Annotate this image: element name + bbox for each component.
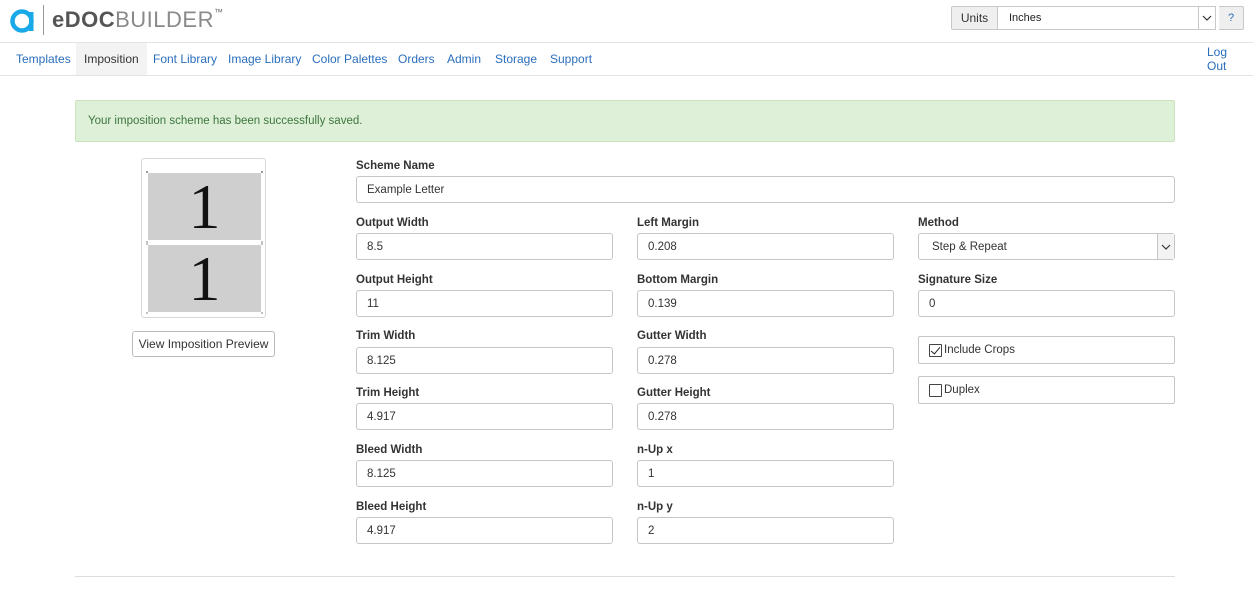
left-margin-input[interactable]: 0.208 [637,233,894,260]
nav-image-library[interactable]: Image Library [220,43,309,75]
gutter-height-label: Gutter Height [637,387,711,399]
units-select-value: Inches [1009,12,1042,24]
success-alert-message: Your imposition scheme has been successf… [88,115,363,127]
footer-divider [75,576,1175,577]
nav-color-palettes[interactable]: Color Palettes [304,43,395,75]
trim-height-input[interactable]: 4.917 [356,403,613,430]
duplex-label: Duplex [944,384,980,396]
logo-bold: eDOC [52,7,116,32]
nav-storage[interactable]: Storage [487,43,545,75]
chevron-down-icon [1157,234,1174,259]
method-select[interactable]: Step & Repeat [918,233,1175,260]
logo-tm: ™ [213,7,224,17]
units-select[interactable]: Inches [998,6,1216,30]
bleed-height-label: Bleed Height [356,501,427,513]
trim-width-input[interactable]: 8.125 [356,347,613,374]
signature-size-label: Signature Size [918,274,998,286]
nup-x-input[interactable]: 1 [637,460,894,487]
help-button[interactable]: ? [1219,6,1244,30]
bottom-margin-label: Bottom Margin [637,274,719,286]
gutter-width-input[interactable]: 0.278 [637,347,894,374]
nav-support[interactable]: Support [542,43,600,75]
output-height-label: Output Height [356,274,433,286]
trim-height-label: Trim Height [356,387,420,399]
include-crops-label: Include Crops [944,344,1015,356]
include-crops-option[interactable]: Include Crops [918,336,1175,364]
nup-x-label: n-Up x [637,444,673,456]
gutter-width-label: Gutter Width [637,330,707,342]
output-width-label: Output Width [356,217,429,229]
view-imposition-preview-button[interactable]: View Imposition Preview [132,331,275,357]
method-select-value: Step & Repeat [932,240,1007,253]
include-crops-checkbox[interactable] [929,343,942,357]
bleed-width-label: Bleed Width [356,444,423,456]
left-margin-label: Left Margin [637,217,699,229]
chevron-down-icon [1198,7,1215,29]
app-header: eDOCBUILDER™ Units Inches ? [0,0,1253,43]
scheme-name-input[interactable]: Example Letter [356,176,1175,203]
output-width-input[interactable]: 8.5 [356,233,613,260]
nup-y-input[interactable]: 2 [637,517,894,544]
duplex-option[interactable]: Duplex [918,376,1175,404]
app-logo[interactable]: eDOCBUILDER™ [9,4,223,36]
bleed-height-input[interactable]: 4.917 [356,517,613,544]
logo-text: eDOCBUILDER™ [52,7,224,32]
units-control: Units Inches ? [951,6,1244,30]
imposition-preview: 1 1 [141,158,266,318]
nup-y-label: n-Up y [637,501,673,513]
signature-size-input[interactable]: 0 [918,290,1175,317]
nav-templates[interactable]: Templates [8,43,79,75]
gutter-height-input[interactable]: 0.278 [637,403,894,430]
units-label: Units [951,6,998,30]
bottom-margin-input[interactable]: 0.139 [637,290,894,317]
bleed-width-input[interactable]: 8.125 [356,460,613,487]
duplex-checkbox[interactable] [929,383,942,397]
success-alert: Your imposition scheme has been successf… [75,100,1175,142]
nav-orders[interactable]: Orders [390,43,443,75]
nav-font-library[interactable]: Font Library [145,43,225,75]
logout-link[interactable]: Log Out [1199,43,1253,75]
method-label: Method [918,217,959,229]
output-height-input[interactable]: 11 [356,290,613,317]
scheme-name-label: Scheme Name [356,160,435,172]
trim-width-label: Trim Width [356,330,416,342]
nav-imposition[interactable]: Imposition [76,43,147,75]
main-nav: Templates Imposition Font Library Image … [0,43,1253,76]
logo-separator [43,5,44,35]
nav-admin[interactable]: Admin [439,43,489,75]
logo-light: BUILDER [115,7,214,32]
logo-mark-icon [9,6,37,34]
crop-marks-icon [146,171,263,314]
